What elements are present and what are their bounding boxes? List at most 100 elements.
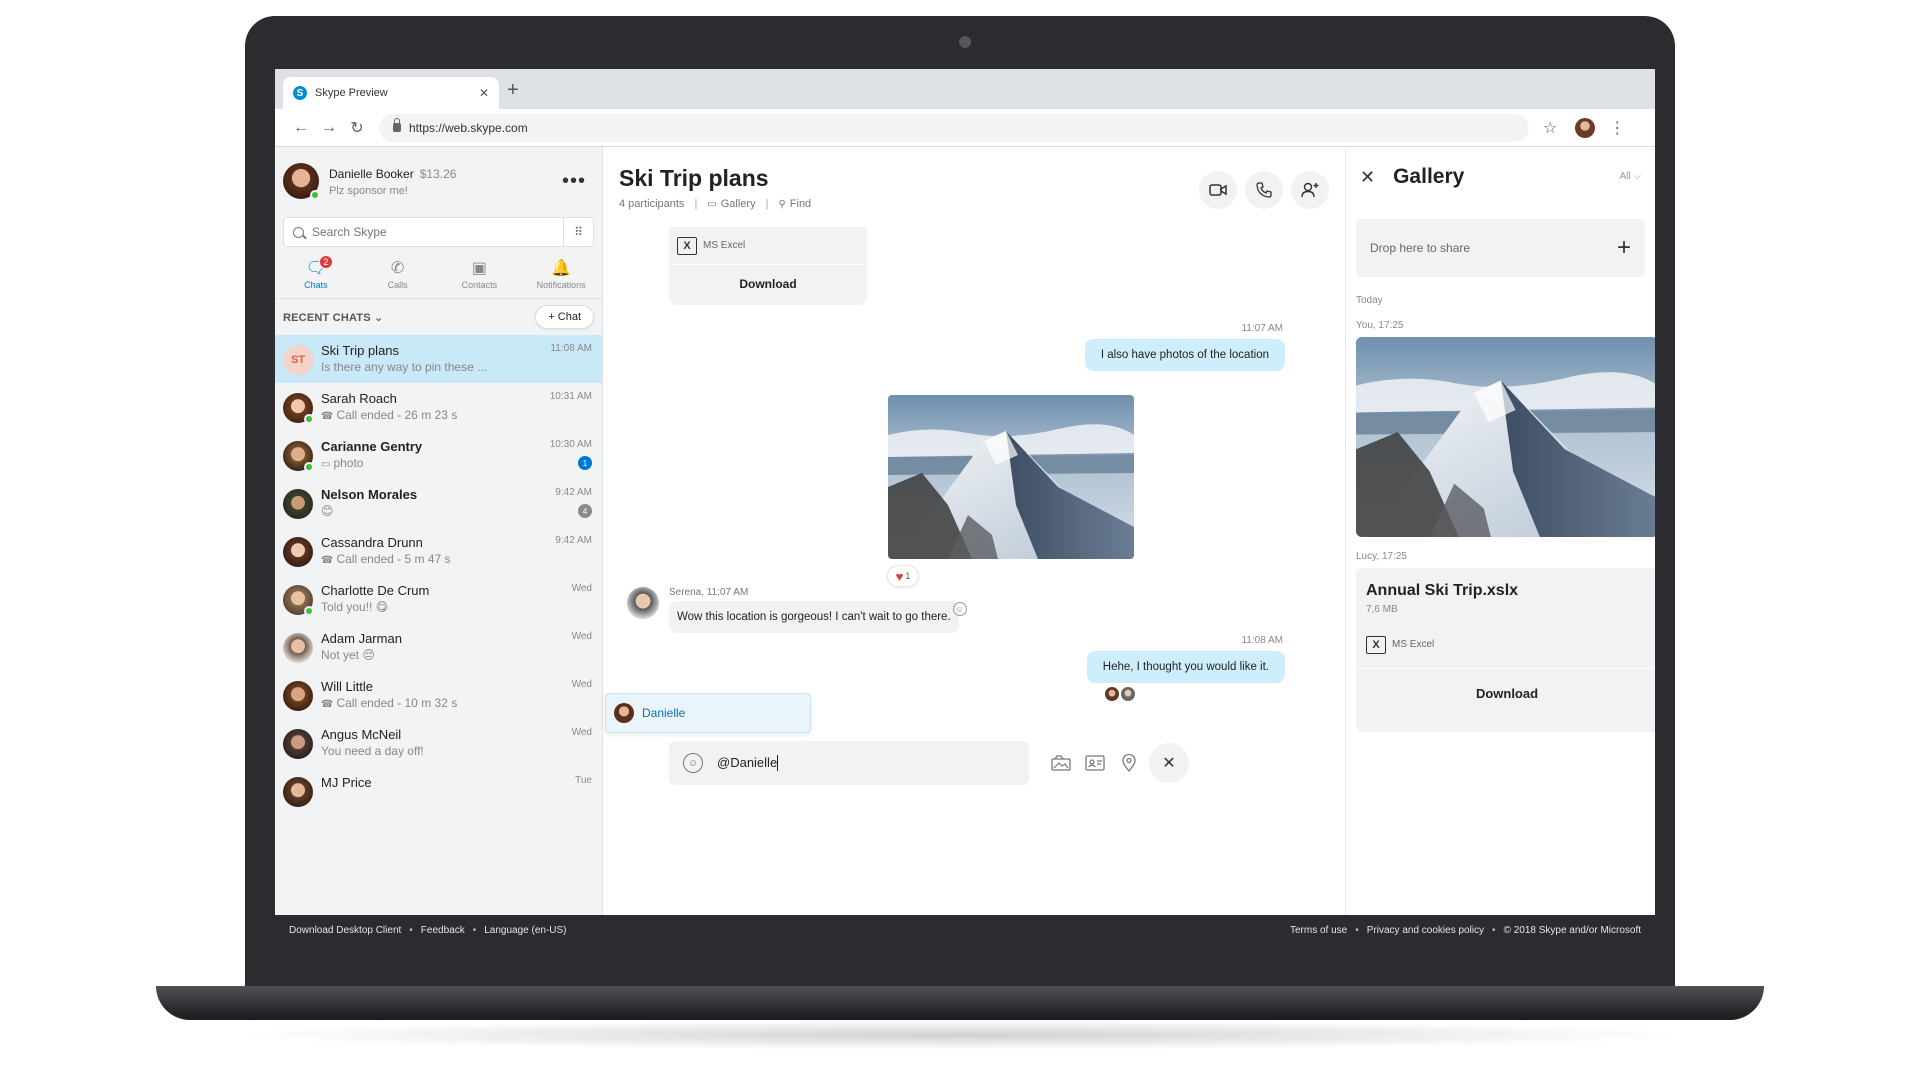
chat-item-adam-jarman[interactable]: Adam Jarman Not yet 😔 Wed	[275, 623, 602, 671]
chat-item-carianne-gentry[interactable]: Carianne Gentry ▭ photo 10:30 AM 1	[275, 431, 602, 479]
chat-item-angus-mcneil[interactable]: Angus McNeil You need a day off! Wed	[275, 719, 602, 767]
send-location-icon[interactable]	[1113, 749, 1145, 777]
browser-tab[interactable]: S Skype Preview ✕	[283, 77, 499, 109]
mention-suggestion[interactable]: Danielle	[605, 693, 811, 733]
send-file-icon[interactable]	[1045, 749, 1077, 777]
chat-item-charlotte-de-crum[interactable]: Charlotte De Crum Told you!! 😋 Wed	[275, 575, 602, 623]
browser-menu-icon[interactable]: ⋮	[1609, 118, 1625, 138]
conversation-header: Ski Trip plans 4 participants | ▭ Galler…	[603, 147, 1345, 227]
drop-zone[interactable]: Drop here to share +	[1356, 219, 1645, 277]
chat-time: Tue	[575, 775, 592, 786]
avatar	[283, 777, 313, 807]
more-options-icon[interactable]: •••	[554, 170, 594, 193]
my-name: Danielle Booker	[329, 167, 414, 181]
search-input[interactable]	[312, 225, 563, 239]
new-chat-button[interactable]: + Chat	[535, 305, 594, 329]
chat-preview: You need a day off!	[321, 744, 424, 758]
nav-chats-label: Chats	[304, 279, 328, 290]
serena-avatar[interactable]	[627, 587, 659, 619]
profile-row[interactable]: Danielle Booker $13.26 Plz sponsor me! ••…	[275, 147, 602, 215]
chat-time: Wed	[571, 583, 592, 594]
read-receipt-avatar	[1121, 687, 1135, 701]
dialpad-icon[interactable]: ⠿	[563, 218, 593, 246]
separator: |	[694, 198, 698, 210]
close-gallery-icon[interactable]: ✕	[1360, 167, 1375, 188]
chat-item-will-little[interactable]: Will Little ☎ Call ended - 10 m 32 s Wed	[275, 671, 602, 719]
language-link[interactable]: Language (en-US)	[484, 925, 566, 936]
mood-message[interactable]: Plz sponsor me!	[329, 185, 554, 197]
chat-time: 10:30 AM	[549, 439, 592, 450]
incoming-message[interactable]: Wow this location is gorgeous! I can't w…	[669, 601, 959, 633]
presence-online-icon	[310, 190, 320, 200]
nav-contacts[interactable]: ▣ Contacts	[439, 251, 521, 298]
mention-avatar	[614, 703, 634, 723]
heart-reaction[interactable]: ♥ 1	[887, 565, 919, 587]
add-participant-button[interactable]	[1291, 171, 1329, 209]
skype-credit[interactable]: $13.26	[420, 167, 457, 181]
file-message-card[interactable]: X MS Excel Download	[669, 227, 867, 305]
privacy-link[interactable]: Privacy and cookies policy	[1367, 925, 1484, 936]
nav-contacts-label: Contacts	[461, 279, 498, 290]
recent-chats-dropdown[interactable]: RECENT CHATS ⌄	[283, 311, 383, 324]
chat-name: Sarah Roach	[321, 391, 397, 406]
video-camera-icon	[1209, 184, 1227, 196]
gallery-section-today: Today	[1356, 295, 1383, 306]
video-call-button[interactable]	[1199, 171, 1237, 209]
new-tab-button[interactable]: +	[507, 79, 519, 102]
chat-item-ski-trip-plans[interactable]: ST Ski Trip plans Is there any way to pi…	[275, 335, 602, 383]
chat-time: 9:42 AM	[555, 535, 592, 546]
add-reaction-icon[interactable]: ☺	[953, 602, 967, 616]
chat-preview: Is there any way to pin these ...	[321, 360, 488, 374]
close-composer-button[interactable]: ✕	[1149, 743, 1189, 783]
chat-item-sarah-roach[interactable]: Sarah Roach ☎ Call ended - 26 m 23 s 10:3…	[275, 383, 602, 431]
message-input[interactable]: @Danielle	[717, 755, 1015, 772]
skype-app: Danielle Booker $13.26 Plz sponsor me! ••…	[275, 147, 1655, 915]
read-receipt-avatar	[1105, 687, 1119, 701]
chat-name: Will Little	[321, 679, 374, 694]
download-button[interactable]: Download	[669, 265, 867, 303]
chat-preview: Call ended - 26 m 23 s	[336, 408, 458, 422]
url-bar[interactable]: https://web.skype.com	[379, 113, 1529, 142]
presence-online-icon	[304, 606, 314, 616]
terms-link[interactable]: Terms of use	[1290, 925, 1347, 936]
back-icon[interactable]: ←	[287, 119, 315, 137]
gallery-file-card[interactable]: Annual Ski Trip.xslx 7,6 MB X MS Excel D…	[1356, 568, 1655, 732]
presence-online-icon	[304, 414, 314, 424]
send-contact-icon[interactable]	[1079, 749, 1111, 777]
participants-link[interactable]: 4 participants	[619, 198, 684, 210]
download-client-link[interactable]: Download Desktop Client	[289, 925, 401, 936]
gallery-photo[interactable]	[1356, 337, 1655, 537]
nav-chats[interactable]: 🗨 2 Chats	[275, 251, 357, 298]
laptop-shadow	[220, 1020, 1700, 1050]
chat-item-cassandra-drunn[interactable]: Cassandra Drunn ☎ Call ended - 5 m 47 s 9…	[275, 527, 602, 575]
my-avatar[interactable]	[283, 163, 320, 200]
presence-online-icon	[304, 462, 314, 472]
feedback-link[interactable]: Feedback	[421, 925, 465, 936]
gallery-filter-dropdown[interactable]: All ⌵	[1620, 171, 1641, 182]
audio-call-button[interactable]	[1245, 171, 1283, 209]
plus-icon[interactable]: +	[1617, 234, 1631, 262]
download-button[interactable]: Download	[1356, 669, 1655, 717]
chat-name: MJ Price	[321, 775, 372, 790]
browser-profile-avatar[interactable]	[1575, 117, 1596, 138]
nav-notifications[interactable]: 🔔 Notifications	[520, 251, 602, 298]
gallery-link[interactable]: Gallery	[721, 198, 756, 210]
phone-icon	[1256, 182, 1272, 198]
chat-name: Carianne Gentry	[321, 439, 423, 454]
mountain-photo-message[interactable]	[888, 395, 1134, 559]
separator: |	[765, 198, 769, 210]
tab-close-icon[interactable]: ✕	[479, 86, 489, 100]
emoji-picker-icon[interactable]: ☺	[683, 753, 703, 773]
nav-calls[interactable]: ✆ Calls	[357, 251, 439, 298]
reload-icon[interactable]: ↻	[343, 118, 371, 138]
forward-icon[interactable]: →	[315, 119, 343, 137]
chat-item-mj-price[interactable]: MJ Price Tue	[275, 767, 602, 815]
chat-time: Wed	[571, 727, 592, 738]
find-link[interactable]: Find	[790, 198, 811, 210]
outgoing-message[interactable]: Hehe, I thought you would like it.	[1086, 651, 1285, 683]
outgoing-message[interactable]: I also have photos of the location	[1084, 339, 1285, 371]
recent-chats-header: RECENT CHATS ⌄ + Chat	[275, 299, 602, 335]
bookmark-star-icon[interactable]: ☆	[1543, 118, 1557, 138]
chat-item-nelson-morales[interactable]: Nelson Morales 😊 9:42 AM 4	[275, 479, 602, 527]
message-composer: ☺ @Danielle	[669, 741, 1029, 785]
